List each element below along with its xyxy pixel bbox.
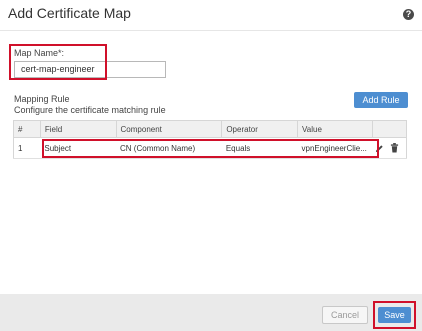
- map-name-label: Map Name*:: [14, 48, 65, 58]
- row-component: CN (Common Name): [116, 137, 222, 159]
- table-header-row: # Field Component Operator Value: [13, 120, 407, 138]
- trash-icon[interactable]: [390, 143, 399, 153]
- column-header-index: #: [13, 120, 41, 138]
- dialog-title: Add Certificate Map: [8, 5, 131, 21]
- column-header-value: Value: [297, 120, 373, 138]
- help-icon[interactable]: ?: [403, 9, 414, 20]
- title-divider: [0, 30, 422, 31]
- column-header-operator: Operator: [221, 120, 299, 138]
- save-button[interactable]: Save: [378, 307, 411, 323]
- column-header-field: Field: [40, 120, 117, 138]
- row-index: 1: [13, 137, 41, 159]
- column-header-component: Component: [116, 120, 223, 138]
- column-header-actions: [372, 120, 407, 138]
- cancel-button[interactable]: Cancel: [322, 306, 368, 324]
- mapping-rule-description: Configure the certificate matching rule: [14, 105, 166, 115]
- pencil-icon[interactable]: [375, 144, 384, 153]
- map-name-input[interactable]: cert-map-engineer: [14, 61, 166, 78]
- row-field: Subject: [40, 137, 117, 159]
- mapping-rule-heading: Mapping Rule: [14, 94, 70, 104]
- table-row[interactable]: 1 Subject CN (Common Name) Equals vpnEng…: [13, 137, 407, 159]
- row-value: vpnEngineerClie...: [297, 137, 373, 159]
- row-actions: [372, 137, 407, 159]
- mapping-rule-table: # Field Component Operator Value 1 Subje…: [13, 120, 407, 159]
- add-rule-button[interactable]: Add Rule: [354, 92, 408, 108]
- row-operator: Equals: [221, 137, 298, 159]
